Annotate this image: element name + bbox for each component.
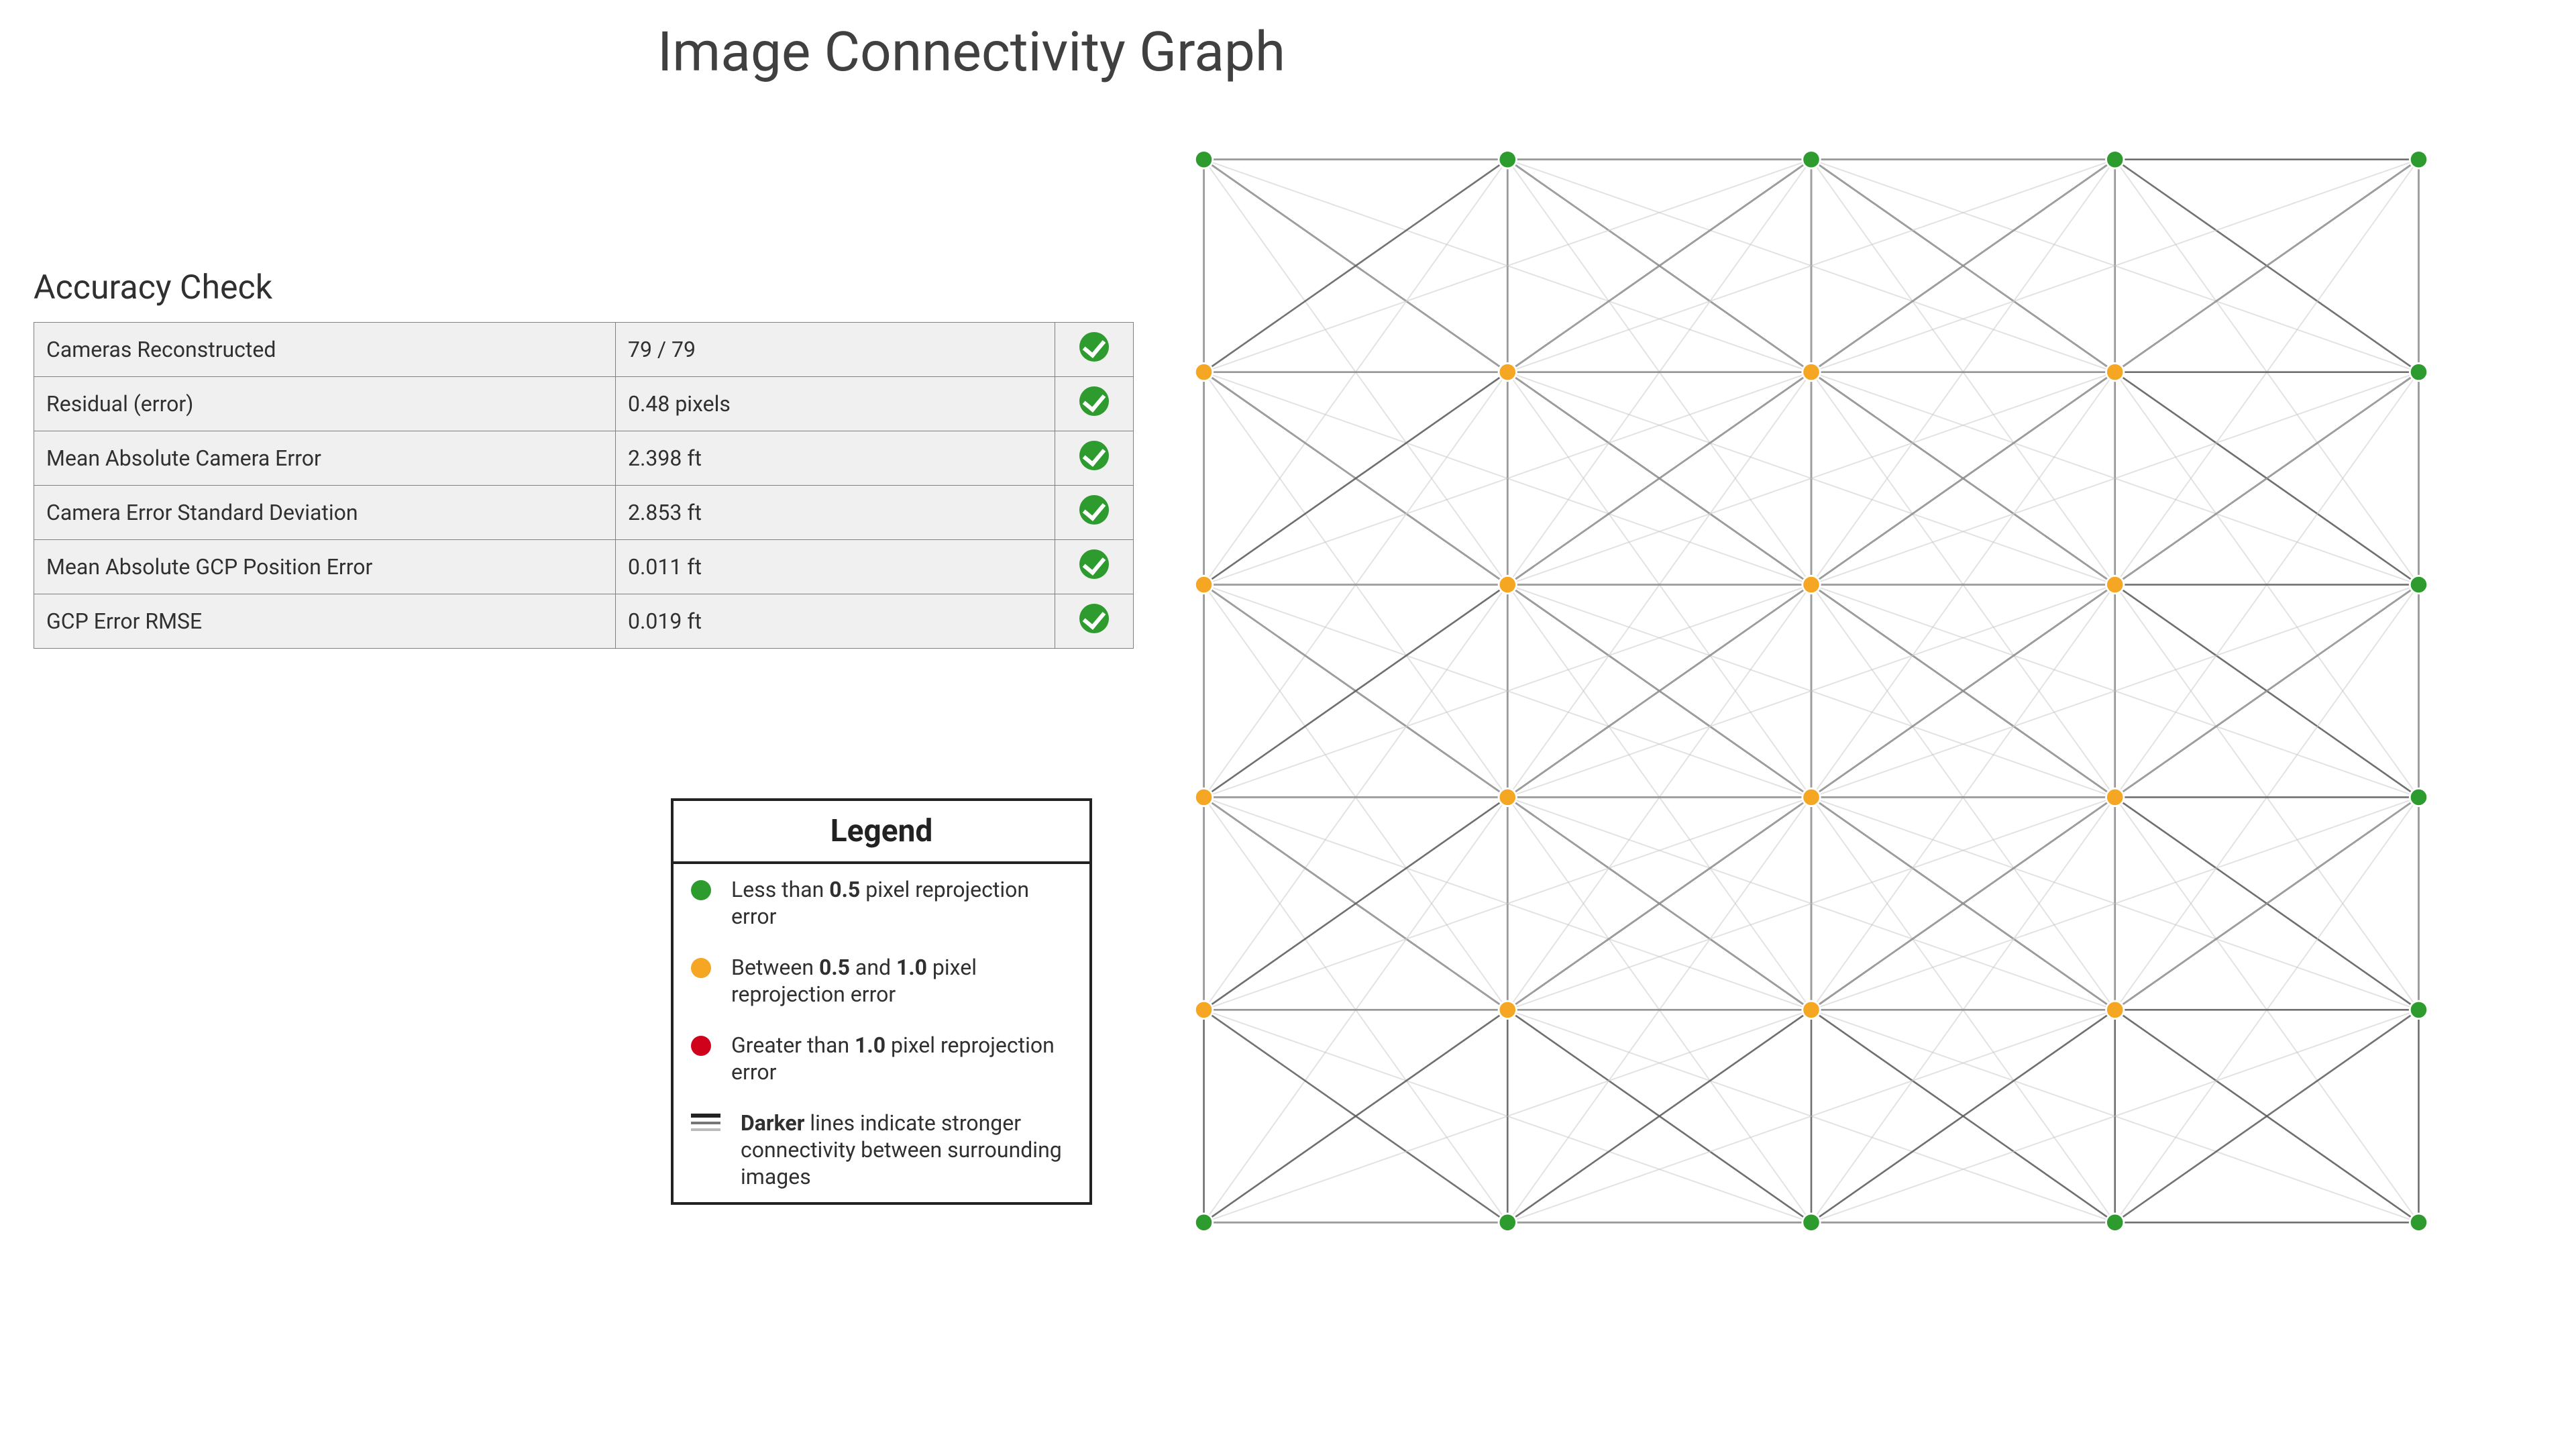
legend-item-text: Less than 0.5 pixel reprojection error [731, 876, 1072, 930]
graph-node [2410, 1214, 2427, 1231]
graph-node [2106, 151, 2124, 168]
dot-red-icon [691, 1036, 711, 1056]
accuracy-row-label: Camera Error Standard Deviation [34, 486, 616, 540]
check-circle-icon [1079, 386, 1109, 416]
graph-node [1195, 363, 1212, 380]
check-circle-icon [1079, 441, 1109, 470]
check-circle-icon [1079, 604, 1109, 633]
legend-panel: Legend Less than 0.5 pixel reprojection … [671, 798, 1092, 1205]
graph-node [2106, 576, 2124, 593]
graph-node [2410, 151, 2427, 168]
accuracy-row-value: 0.48 pixels [616, 377, 1055, 431]
accuracy-row-value: 0.019 ft [616, 594, 1055, 649]
accuracy-row-value: 2.398 ft [616, 431, 1055, 486]
legend-item: Darker lines indicate stronger connectiv… [674, 1097, 1089, 1202]
accuracy-row-status [1055, 540, 1134, 594]
accuracy-row-label: GCP Error RMSE [34, 594, 616, 649]
accuracy-row: Residual (error)0.48 pixels [34, 377, 1134, 431]
graph-node [2106, 363, 2124, 380]
graph-node [1499, 1214, 1516, 1231]
graph-node [1803, 576, 1820, 593]
lines-gradient-icon [691, 1114, 720, 1134]
legend-item: Less than 0.5 pixel reprojection error [674, 864, 1089, 942]
dot-orange-icon [691, 958, 711, 978]
accuracy-row-status [1055, 486, 1134, 540]
graph-node [1499, 576, 1516, 593]
accuracy-check-table: Cameras Reconstructed79 / 79Residual (er… [34, 322, 1134, 649]
graph-node [1499, 363, 1516, 380]
legend-item-text: Between 0.5 and 1.0 pixel reprojection e… [731, 954, 1072, 1008]
connectivity-graph [1174, 134, 2449, 1248]
accuracy-row-label: Cameras Reconstructed [34, 323, 616, 377]
graph-node [2106, 1214, 2124, 1231]
accuracy-row-label: Mean Absolute GCP Position Error [34, 540, 616, 594]
accuracy-check-heading: Accuracy Check [34, 268, 272, 307]
graph-node [2410, 1001, 2427, 1018]
legend-item-text: Greater than 1.0 pixel reprojection erro… [731, 1032, 1072, 1085]
check-circle-icon [1079, 495, 1109, 525]
accuracy-row-status [1055, 594, 1134, 649]
graph-node [1499, 788, 1516, 806]
graph-node [2106, 1001, 2124, 1018]
graph-node [1195, 1214, 1212, 1231]
graph-node [2410, 788, 2427, 806]
legend-item: Greater than 1.0 pixel reprojection erro… [674, 1020, 1089, 1097]
accuracy-row-label: Residual (error) [34, 377, 616, 431]
legend-item-text: Darker lines indicate stronger connectiv… [741, 1110, 1072, 1190]
graph-node [1195, 1001, 1212, 1018]
legend-title: Legend [674, 801, 1089, 864]
graph-node [2106, 788, 2124, 806]
graph-node [1803, 1001, 1820, 1018]
accuracy-row: GCP Error RMSE0.019 ft [34, 594, 1134, 649]
page-title: Image Connectivity Graph [657, 20, 1285, 85]
graph-node [1195, 788, 1212, 806]
accuracy-row-value: 0.011 ft [616, 540, 1055, 594]
legend-item: Between 0.5 and 1.0 pixel reprojection e… [674, 942, 1089, 1020]
graph-node [1803, 363, 1820, 380]
graph-node [1195, 151, 1212, 168]
accuracy-row: Camera Error Standard Deviation2.853 ft [34, 486, 1134, 540]
accuracy-row-status [1055, 431, 1134, 486]
graph-node [2410, 576, 2427, 593]
accuracy-row-status [1055, 377, 1134, 431]
graph-node [1499, 1001, 1516, 1018]
accuracy-row-value: 79 / 79 [616, 323, 1055, 377]
accuracy-row: Mean Absolute Camera Error2.398 ft [34, 431, 1134, 486]
check-circle-icon [1079, 332, 1109, 362]
graph-node [1803, 151, 1820, 168]
dot-green-icon [691, 880, 711, 900]
accuracy-row-status [1055, 323, 1134, 377]
graph-node [1803, 788, 1820, 806]
graph-node [2410, 363, 2427, 380]
accuracy-row: Mean Absolute GCP Position Error0.011 ft [34, 540, 1134, 594]
check-circle-icon [1079, 549, 1109, 579]
accuracy-row: Cameras Reconstructed79 / 79 [34, 323, 1134, 377]
accuracy-row-label: Mean Absolute Camera Error [34, 431, 616, 486]
connectivity-graph-svg [1174, 134, 2449, 1248]
graph-node [1803, 1214, 1820, 1231]
graph-node [1499, 151, 1516, 168]
accuracy-row-value: 2.853 ft [616, 486, 1055, 540]
graph-node [1195, 576, 1212, 593]
